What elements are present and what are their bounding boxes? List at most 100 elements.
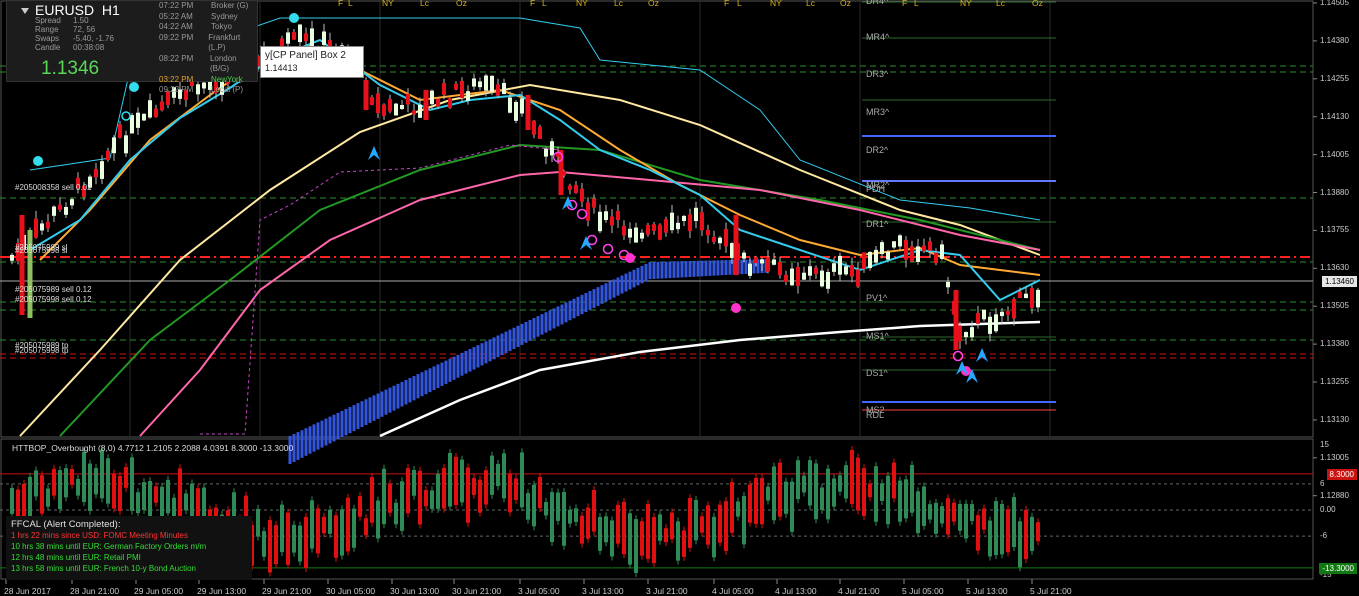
indicator-bar	[796, 460, 800, 500]
indicator-bar	[886, 475, 890, 525]
indicator-bar	[550, 492, 554, 543]
candle-body	[525, 95, 531, 130]
candle-body	[598, 211, 602, 232]
candle-body	[142, 113, 146, 121]
candle-body	[64, 207, 68, 215]
indicator-bar	[514, 478, 518, 500]
indicator-bar	[856, 457, 860, 511]
time-axis-label: 30 Jun 05:00	[326, 586, 376, 596]
indicator-bar	[574, 508, 578, 523]
indicator-bar	[130, 457, 134, 511]
indicator-bar	[340, 509, 344, 556]
candle-body	[640, 232, 644, 239]
candle-body	[406, 93, 410, 105]
candle-body	[1012, 298, 1016, 319]
time-axis-label: 3 Jul 05:00	[518, 586, 560, 596]
indicator-bar	[532, 484, 536, 527]
session-marker: L	[542, 0, 547, 8]
candle-body	[448, 98, 452, 108]
indicator-bar	[1000, 503, 1004, 555]
session-marker: Lc	[996, 0, 1005, 8]
ffcal-line: 10 hrs 38 mins until EUR: German Factory…	[11, 542, 207, 551]
candle-body	[712, 236, 716, 242]
price-axis-label: 1.14005	[1320, 149, 1349, 159]
candle-body	[610, 216, 614, 226]
indicator-bar	[256, 508, 260, 537]
order-label: #205075998 tp	[15, 346, 69, 355]
candle-body	[478, 81, 482, 88]
candle-body	[664, 219, 668, 233]
indicator-bar	[10, 487, 14, 514]
indicator-bar	[952, 502, 956, 522]
candle-body	[760, 259, 764, 264]
signal-dot	[731, 303, 741, 313]
indicator-bar	[976, 515, 980, 551]
candle-body	[892, 241, 896, 248]
indicator-bar	[724, 501, 728, 551]
indicator-bar	[586, 507, 590, 539]
session-clock-list: 07:22 PM Broker (G) 05:22 AM Sydney 04:22 …	[159, 1, 249, 94]
indicator-bar	[844, 465, 848, 499]
indicator-bar	[508, 473, 512, 513]
price-axis-label: 1.13505	[1320, 301, 1349, 311]
indicator-bar	[406, 468, 410, 514]
indicator-bar	[400, 481, 404, 531]
indicator-bar	[496, 463, 500, 487]
candle-body	[880, 242, 884, 255]
indicator-bar	[274, 525, 278, 565]
candle-body	[958, 325, 962, 342]
time-axis-label: 5 Jul 21:00	[1030, 586, 1072, 596]
candle-body	[850, 265, 854, 277]
chevron-down-icon[interactable]	[21, 8, 29, 15]
indicator-bar	[808, 460, 812, 506]
indicator-bar	[838, 475, 842, 492]
indicator-bar	[646, 503, 650, 559]
indicator-bar	[268, 520, 272, 573]
indicator-bar	[76, 478, 80, 496]
session-marker: NY	[960, 0, 972, 8]
signal-ring	[576, 208, 588, 220]
order-label: #205008358 sell 0.02	[15, 183, 92, 192]
indicator-bar	[694, 499, 698, 541]
candle-body	[70, 199, 74, 206]
ffcal-line: 12 hrs 48 mins until EUR: Retail PMI	[11, 553, 141, 562]
tooltip-value: 1.14413	[265, 63, 298, 73]
indicator-bar	[184, 493, 188, 511]
candle-body	[676, 222, 680, 230]
indicator-bar	[364, 518, 368, 536]
indicator-bar	[718, 504, 722, 543]
candle-body	[460, 80, 464, 98]
candle-body	[310, 28, 314, 47]
candle-body	[754, 257, 758, 264]
indicator-bar	[286, 512, 290, 565]
price-axis-label: 1.13755	[1320, 225, 1349, 235]
session-marker: Oz	[840, 0, 851, 8]
order-label: #205075998 sell 0.12	[15, 295, 92, 304]
candle-body	[832, 263, 836, 272]
indicator-axis-label: -6	[1320, 531, 1328, 541]
indicator-bar	[958, 503, 962, 531]
indicator-bar	[526, 493, 530, 520]
candle-body	[363, 80, 369, 110]
indicator-bar	[124, 467, 128, 488]
candle-body	[826, 272, 830, 289]
indicator-bar	[778, 462, 782, 517]
indicator-axis-label: 15	[1320, 439, 1329, 449]
candle-body	[688, 214, 692, 232]
candle-body	[52, 206, 56, 216]
session-marker: Lc	[614, 0, 623, 8]
indicator-bar	[676, 521, 680, 561]
price-axis-label: 1.13130	[1320, 414, 1349, 424]
price-axis-label: 1.13380	[1320, 339, 1349, 349]
indicator-bar	[850, 450, 854, 504]
candle-body	[898, 235, 902, 247]
indicator-bar	[466, 467, 470, 523]
candle-body	[724, 228, 728, 247]
price-axis-label: 1.13005	[1320, 452, 1349, 462]
candle-body	[820, 270, 824, 287]
candle-body	[58, 204, 62, 210]
indicator-bar	[52, 468, 56, 496]
candle-body	[592, 198, 596, 208]
candle-body	[124, 135, 128, 154]
arrow-marker	[580, 236, 592, 250]
